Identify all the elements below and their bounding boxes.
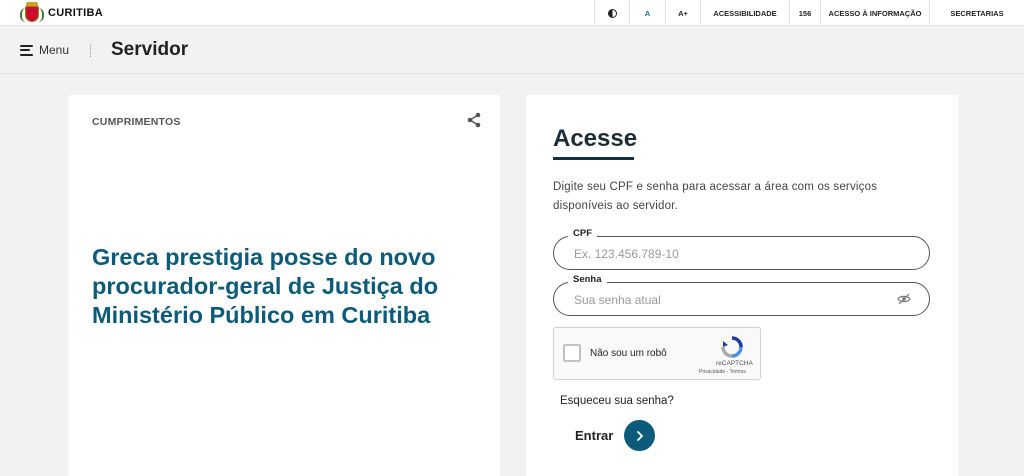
- submit-label: Entrar: [575, 428, 614, 443]
- info-access-link[interactable]: ACESSO À INFORMAÇÃO: [820, 0, 929, 26]
- password-label: Senha: [568, 274, 607, 285]
- news-headline[interactable]: Greca prestigia posse do novo procurador…: [92, 243, 472, 330]
- top-bar: CURITIBA A A+ ACESSIBILIDADE 156 ACESSO …: [0, 0, 1024, 26]
- curitiba-crest-icon: [20, 1, 44, 24]
- eye-off-icon[interactable]: [897, 293, 911, 305]
- recaptcha-brand: reCAPTCHA: [716, 360, 753, 367]
- recaptcha-label: Não sou um robô: [590, 348, 667, 359]
- page-header: Menu Servidor: [0, 27, 1024, 74]
- brand-logo-link[interactable]: CURITIBA: [20, 0, 103, 26]
- forgot-password-link[interactable]: Esqueceu sua senha?: [560, 395, 674, 407]
- header-divider: [90, 44, 91, 57]
- password-input[interactable]: [574, 291, 894, 308]
- font-normal-button[interactable]: A: [629, 0, 665, 26]
- menu-button[interactable]: Menu: [20, 43, 69, 57]
- chevron-right-icon: [636, 430, 643, 441]
- font-increase-button[interactable]: A+: [665, 0, 700, 26]
- hamburger-icon: [20, 44, 33, 56]
- secretaries-link[interactable]: SECRETARIAS: [929, 0, 1024, 26]
- submit-button[interactable]: Entrar: [575, 420, 656, 451]
- cpf-label: CPF: [568, 228, 597, 239]
- login-description: Digite seu CPF e senha para acessar a ár…: [553, 181, 878, 212]
- phone-156-link[interactable]: 156: [789, 0, 820, 26]
- submit-circle[interactable]: [624, 420, 656, 451]
- share-icon[interactable]: [466, 112, 482, 128]
- cpf-input[interactable]: [574, 245, 894, 262]
- recaptcha-checkbox[interactable]: [563, 344, 581, 362]
- brand-name: CURITIBA: [48, 6, 103, 19]
- contrast-toggle[interactable]: [594, 0, 629, 26]
- news-category: CUMPRIMENTOS: [92, 116, 181, 128]
- contrast-icon: [607, 8, 617, 18]
- cpf-field: CPF: [553, 228, 930, 270]
- recaptcha-logo-icon: [721, 336, 743, 358]
- top-nav: A A+ ACESSIBILIDADE 156 ACESSO À INFORMA…: [594, 0, 1024, 26]
- recaptcha-widget: Não sou um robô reCAPTCHA Privacidade - …: [553, 327, 761, 380]
- page-title: Servidor: [111, 39, 189, 60]
- login-title: Acesse: [553, 125, 638, 152]
- news-card[interactable]: CUMPRIMENTOS Greca prestigia posse do no…: [69, 95, 500, 476]
- title-underline: [553, 157, 634, 160]
- accessibility-link[interactable]: ACESSIBILIDADE: [700, 0, 789, 26]
- login-card: Acesse Digite seu CPF e senha para acess…: [526, 95, 958, 476]
- recaptcha-links[interactable]: Privacidade - Termos: [699, 369, 746, 375]
- password-field: Senha: [553, 274, 930, 316]
- menu-label: Menu: [39, 43, 70, 57]
